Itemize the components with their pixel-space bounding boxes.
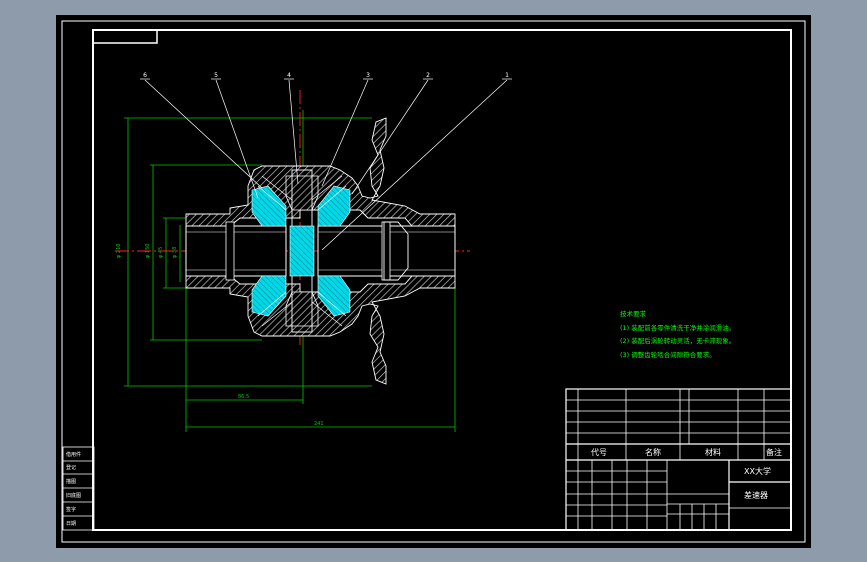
side-row-5: 签字: [66, 506, 76, 513]
spline-right: [381, 221, 391, 281]
dim-inner1: φ 45: [158, 247, 164, 258]
side-row-6: 日期: [66, 521, 76, 527]
balloon-5: 5: [214, 72, 218, 79]
side-row-4: 旧底图: [66, 492, 81, 499]
left-half-shaft: [185, 225, 287, 277]
col-remark: 备注: [766, 447, 782, 457]
col-name: 名称: [645, 447, 661, 457]
spline-left: [225, 221, 235, 281]
cross-shaft-center: [289, 225, 315, 277]
dim-half-length: 86.5: [238, 394, 249, 400]
balloon-2: 2: [426, 72, 430, 79]
side-row-1: 借用件: [66, 451, 81, 458]
pinion-gear-upper: [285, 175, 319, 211]
dim-total-length: 241: [314, 421, 324, 427]
balloon-6: 6: [143, 72, 147, 79]
tech-req-title: 技术要求: [620, 309, 647, 318]
balloon-1: 1: [505, 72, 509, 79]
drawing-name: 差速器: [744, 490, 768, 500]
pinion-gear-lower: [285, 291, 319, 327]
cad-viewport[interactable]: φ 210 φ 150 φ 45 φ 38 120 86.5 241: [0, 0, 867, 562]
side-row-3: 描图: [66, 478, 76, 485]
dim-inner2: φ 38: [172, 247, 178, 258]
balloon-4: 4: [287, 72, 291, 79]
tech-req-line-1: (1) 装配前各零件清洗干净并涂润滑油。: [620, 323, 735, 332]
col-material: 材料: [705, 447, 721, 457]
tech-req-line-3: (3) 调整齿轮啮合间隙符合要求。: [620, 350, 716, 359]
col-code: 代号: [591, 447, 607, 457]
school-name: XX大学: [744, 466, 771, 476]
balloon-3: 3: [366, 72, 370, 79]
side-row-2: 登记: [66, 464, 76, 471]
tech-req-line-2: (2) 装配后涡轮转动灵活，无卡滞现象。: [620, 336, 735, 345]
